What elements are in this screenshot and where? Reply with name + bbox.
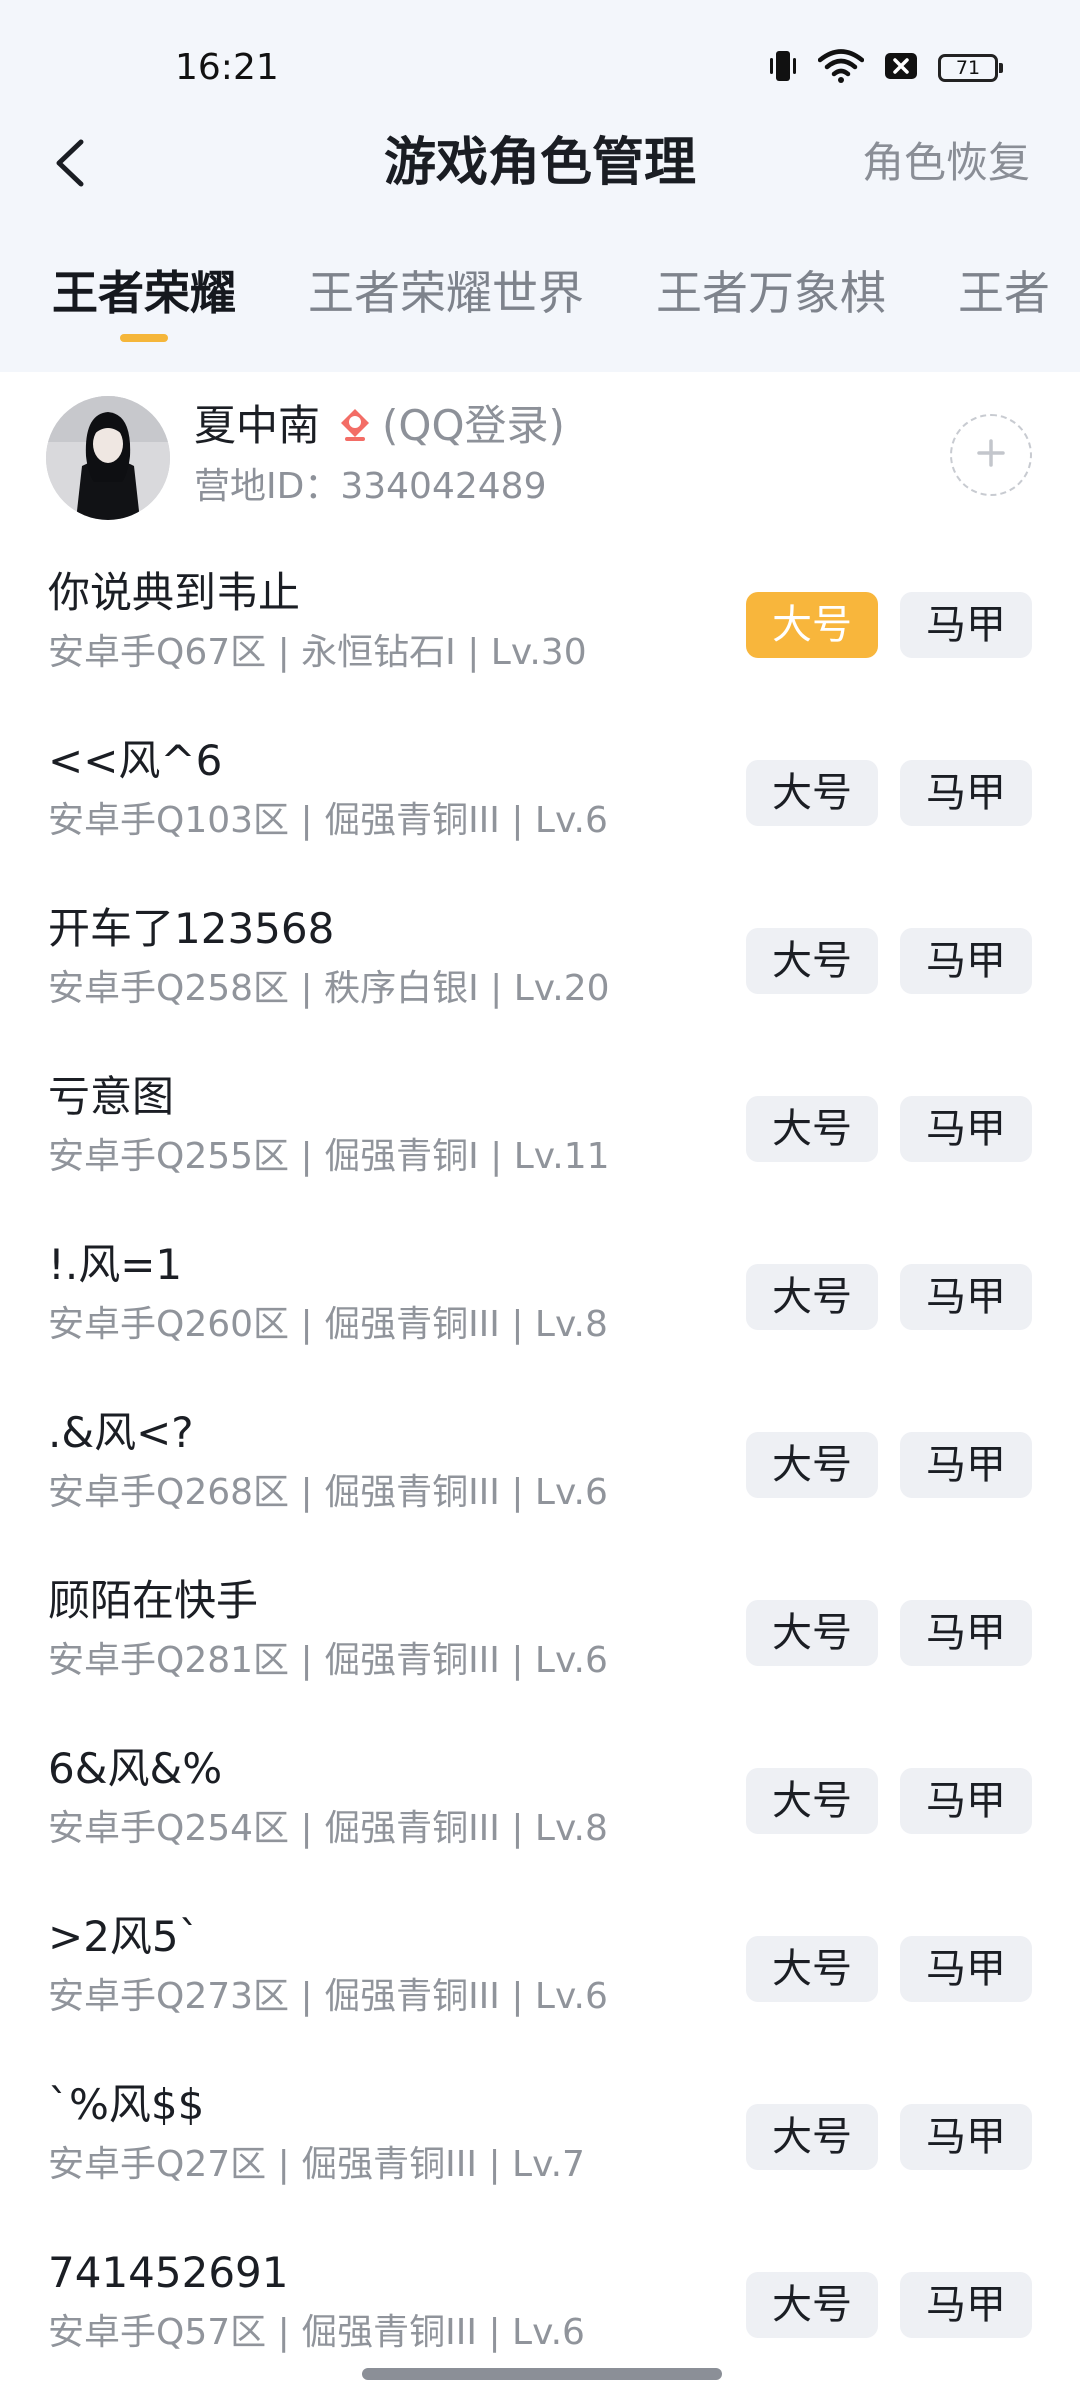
profile-name-row: 夏中南 (QQ登录) [194, 398, 565, 454]
home-indicator[interactable] [362, 2368, 722, 2380]
role-info: 安卓手Q260区 | 倔强青铜III | Lv.8 [48, 1304, 608, 1345]
profile-name: 夏中南 [194, 401, 321, 450]
main-account-button[interactable]: 大号 [746, 1096, 878, 1162]
role-row: 你说典到韦止 安卓手Q67区 | 永恒钻石I | Lv.30 大号 马甲 [0, 532, 1080, 700]
role-row: !.风=1 安卓手Q260区 | 倔强青铜III | Lv.8 大号 马甲 [0, 1204, 1080, 1372]
tab-honor-of-kings-chess[interactable]: 王者万象棋 [656, 258, 886, 328]
alt-account-button[interactable]: 马甲 [900, 1936, 1032, 2002]
role-info: 安卓手Q103区 | 倔强青铜III | Lv.6 [48, 800, 608, 841]
tab-honor-of-kings-world[interactable]: 王者荣耀世界 [308, 258, 584, 328]
main-account-button[interactable]: 大号 [746, 1432, 878, 1498]
role-name: 741452691 [48, 2248, 289, 2297]
camp-id: 营地ID：334042489 [194, 466, 547, 507]
role-info: 安卓手Q255区 | 倔强青铜I | Lv.11 [48, 1136, 610, 1177]
role-name: >2风5` [48, 1912, 200, 1961]
main-account-button[interactable]: 大号 [746, 2272, 878, 2338]
role-row: <<风^6 安卓手Q103区 | 倔强青铜III | Lv.6 大号 马甲 [0, 700, 1080, 868]
wifi-icon [817, 49, 865, 87]
main-account-button[interactable]: 大号 [746, 592, 878, 658]
alt-account-button[interactable]: 马甲 [900, 1768, 1032, 1834]
alt-account-button[interactable]: 马甲 [900, 760, 1032, 826]
role-name: .&风<? [48, 1408, 194, 1457]
role-name: <<风^6 [48, 736, 223, 785]
role-row: .&风<? 安卓手Q268区 | 倔强青铜III | Lv.6 大号 马甲 [0, 1372, 1080, 1540]
alt-account-button[interactable]: 马甲 [900, 928, 1032, 994]
tab-honor-of-kings[interactable]: 王者荣耀 [52, 258, 236, 342]
main-account-button[interactable]: 大号 [746, 2104, 878, 2170]
tab-label: 王者荣耀世界 [308, 266, 584, 320]
main-account-button[interactable]: 大号 [746, 1600, 878, 1666]
add-account-button[interactable] [950, 414, 1032, 496]
tab-active-indicator [120, 334, 168, 342]
avatar[interactable] [46, 396, 170, 520]
role-name: 开车了123568 [48, 904, 335, 953]
role-row: `%风$$ 安卓手Q27区 | 倔强青铜III | Lv.7 大号 马甲 [0, 2044, 1080, 2212]
main-account-button[interactable]: 大号 [746, 760, 878, 826]
alt-account-button[interactable]: 马甲 [900, 592, 1032, 658]
profile-card: 夏中南 (QQ登录) 营地ID：334042489 [0, 372, 1080, 522]
role-info: 安卓手Q281区 | 倔强青铜III | Lv.6 [48, 1640, 608, 1681]
alt-account-button[interactable]: 马甲 [900, 2272, 1032, 2338]
vibrate-icon [768, 49, 798, 87]
game-tabs: 王者荣耀 王者荣耀世界 王者万象棋 王者 [52, 258, 1080, 348]
battery-level: 71 [955, 57, 981, 79]
role-info: 安卓手Q273区 | 倔强青铜III | Lv.6 [48, 1976, 608, 2017]
role-name: 亏意图 [48, 1072, 175, 1121]
role-name: 顾陌在快手 [48, 1576, 259, 1625]
status-icons: 71 [768, 42, 1003, 94]
tab-label: 王者荣耀 [52, 266, 236, 320]
role-info: 安卓手Q57区 | 倔强青铜III | Lv.6 [48, 2312, 585, 2353]
qq-pin-icon [338, 407, 372, 445]
role-info: 安卓手Q67区 | 永恒钻石I | Lv.30 [48, 632, 587, 673]
role-name: `%风$$ [48, 2080, 205, 2129]
role-row: 顾陌在快手 安卓手Q281区 | 倔强青铜III | Lv.6 大号 马甲 [0, 1540, 1080, 1708]
role-info: 安卓手Q258区 | 秩序白银I | Lv.20 [48, 968, 610, 1009]
role-list: 你说典到韦止 安卓手Q67区 | 永恒钻石I | Lv.30 大号 马甲 <<风… [0, 532, 1080, 2380]
alt-account-button[interactable]: 马甲 [900, 1264, 1032, 1330]
plus-icon [976, 438, 1006, 472]
role-name: !.风=1 [48, 1240, 183, 1289]
role-name: 你说典到韦止 [48, 568, 301, 617]
role-info: 安卓手Q268区 | 倔强青铜III | Lv.6 [48, 1472, 608, 1513]
alt-account-button[interactable]: 马甲 [900, 2104, 1032, 2170]
battery-icon: 71 [938, 54, 1003, 82]
role-row: >2风5` 安卓手Q273区 | 倔强青铜III | Lv.6 大号 马甲 [0, 1876, 1080, 2044]
tab-honor-of-kings-more[interactable]: 王者 [958, 258, 1050, 328]
role-recovery-button[interactable]: 角色恢复 [862, 132, 1030, 194]
top-area: 16:21 71 游戏角色管理 角色恢复 王者荣耀 王者荣耀世界 王者万象棋 王… [0, 0, 1080, 372]
tab-label: 王者 [958, 266, 1050, 320]
role-row: 741452691 安卓手Q57区 | 倔强青铜III | Lv.6 大号 马甲 [0, 2212, 1080, 2380]
alt-account-button[interactable]: 马甲 [900, 1096, 1032, 1162]
role-name: 6&风&% [48, 1744, 223, 1793]
main-account-button[interactable]: 大号 [746, 1264, 878, 1330]
tab-label: 王者万象棋 [656, 266, 886, 320]
login-type: (QQ登录) [382, 401, 565, 450]
main-account-button[interactable]: 大号 [746, 1768, 878, 1834]
role-row: 6&风&% 安卓手Q254区 | 倔强青铜III | Lv.8 大号 马甲 [0, 1708, 1080, 1876]
role-info: 安卓手Q27区 | 倔强青铜III | Lv.7 [48, 2144, 585, 2185]
role-row: 亏意图 安卓手Q255区 | 倔强青铜I | Lv.11 大号 马甲 [0, 1036, 1080, 1204]
status-time: 16:21 [175, 47, 279, 88]
role-row: 开车了123568 安卓手Q258区 | 秩序白银I | Lv.20 大号 马甲 [0, 868, 1080, 1036]
main-account-button[interactable]: 大号 [746, 1936, 878, 2002]
role-info: 安卓手Q254区 | 倔强青铜III | Lv.8 [48, 1808, 608, 1849]
alt-account-button[interactable]: 马甲 [900, 1600, 1032, 1666]
main-account-button[interactable]: 大号 [746, 928, 878, 994]
alt-account-button[interactable]: 马甲 [900, 1432, 1032, 1498]
sim-off-icon [884, 51, 918, 85]
